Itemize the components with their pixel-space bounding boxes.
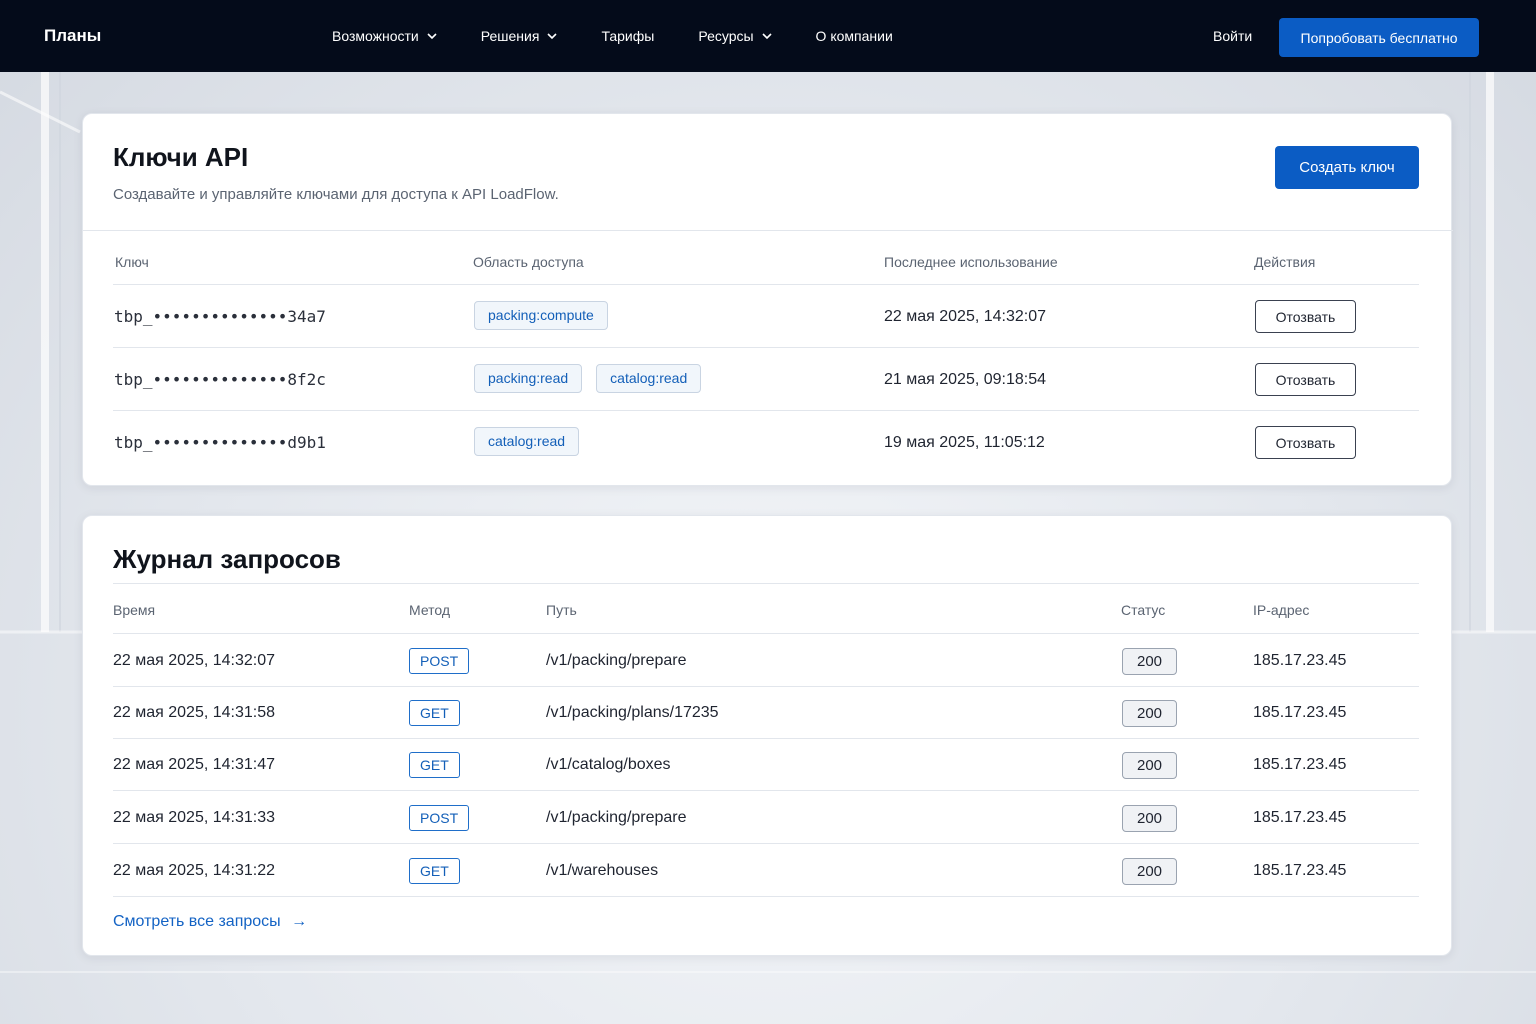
revoke-button[interactable]: Отозвать: [1255, 426, 1356, 459]
method-badge: GET: [409, 700, 460, 726]
create-key-button[interactable]: Создать ключ: [1275, 146, 1419, 189]
api-key-value: tbp_••••••••••••••8f2c: [114, 370, 326, 389]
revoke-button[interactable]: Отозвать: [1255, 363, 1356, 396]
table-row[interactable]: 22 мая 2025, 14:32:07 POST /v1/packing/p…: [83, 635, 1453, 687]
method-badge: GET: [409, 752, 460, 778]
divider: [113, 896, 1419, 897]
ip-address: 185.17.23.45: [1253, 652, 1347, 669]
column-header-last-used: Последнее использование: [884, 254, 1058, 270]
nav-item-label: О компании: [815, 28, 893, 44]
view-all-requests-link[interactable]: Смотреть все запросы →: [113, 913, 307, 931]
divider: [83, 230, 1453, 231]
request-time: 22 мая 2025, 14:32:07: [113, 652, 276, 669]
last-used-time: 22 мая 2025, 14:32:07: [884, 308, 1047, 325]
api-keys-subtitle: Создавайте и управляйте ключами для дост…: [113, 186, 559, 203]
status-badge: 200: [1122, 805, 1177, 832]
request-path: /v1/warehouses: [546, 862, 659, 879]
request-path: /v1/packing/plans/17235: [546, 704, 719, 721]
method-badge: GET: [409, 858, 460, 884]
request-time: 22 мая 2025, 14:31:58: [113, 704, 276, 721]
divider: [113, 843, 1419, 844]
request-path: /v1/packing/prepare: [546, 809, 687, 826]
status-badge: 200: [1122, 648, 1177, 675]
table-row[interactable]: 22 мая 2025, 14:31:22 GET /v1/warehouses…: [83, 845, 1453, 897]
ip-address: 185.17.23.45: [1253, 704, 1347, 721]
table-row: tbp_••••••••••••••d9b1 catalog:read 19 м…: [83, 411, 1453, 474]
nav-item-label: Ресурсы: [698, 28, 754, 44]
nav-item-resources[interactable]: Ресурсы: [698, 28, 772, 44]
view-all-label: Смотреть все запросы: [113, 913, 281, 930]
nav-item-pricing[interactable]: Тарифы: [601, 28, 654, 44]
scope-list: packing:compute: [474, 301, 622, 330]
table-row: tbp_••••••••••••••34a7 packing:compute 2…: [83, 285, 1453, 348]
column-header-key: Ключ: [115, 254, 149, 270]
top-navigation: Планы Возможности Решения Тарифы Ресурсы…: [0, 0, 1536, 72]
scope-chip: packing:compute: [474, 301, 608, 330]
scope-chip: packing:read: [474, 364, 583, 393]
chevron-down-icon: [761, 33, 772, 40]
scope-chip: catalog:read: [596, 364, 702, 393]
request-log-title: Журнал запросов: [113, 544, 341, 574]
table-row[interactable]: 22 мая 2025, 14:31:33 POST /v1/packing/p…: [83, 792, 1453, 844]
api-key-value: tbp_••••••••••••••d9b1: [114, 433, 326, 452]
nav-item-label: Решения: [480, 28, 540, 44]
column-header-status: Статус: [1121, 602, 1166, 618]
login-link[interactable]: Войти: [1213, 0, 1252, 72]
last-used-time: 21 мая 2025, 09:18:54: [884, 371, 1047, 388]
ip-address: 185.17.23.45: [1253, 862, 1347, 879]
arrow-right-icon: →: [291, 913, 308, 930]
divider: [113, 583, 1419, 584]
scope-list: packing:read catalog:read: [474, 364, 715, 393]
nav-item-label: Возможности: [332, 28, 419, 44]
column-header-ip: IP-адрес: [1253, 602, 1310, 618]
request-path: /v1/packing/prepare: [546, 652, 687, 669]
request-time: 22 мая 2025, 14:31:47: [113, 756, 276, 773]
request-path: /v1/catalog/boxes: [546, 756, 671, 773]
divider: [113, 790, 1419, 791]
revoke-button[interactable]: Отозвать: [1255, 300, 1356, 333]
nav-menu: Возможности Решения Тарифы Ресурсы О ком…: [332, 0, 937, 72]
status-badge: 200: [1122, 858, 1177, 885]
nav-item-label: Тарифы: [601, 28, 655, 44]
column-header-scope: Область доступа: [473, 254, 584, 270]
status-badge: 200: [1122, 700, 1177, 727]
nav-item-about[interactable]: О компании: [816, 28, 893, 44]
request-log-card: Журнал запросов Время Метод Путь Статус …: [82, 515, 1452, 956]
column-header-time: Время: [113, 602, 156, 618]
nav-item-features[interactable]: Возможности: [332, 28, 437, 44]
divider: [113, 633, 1419, 634]
column-header-method: Метод: [409, 602, 451, 618]
scope-list: catalog:read: [474, 427, 593, 456]
table-row: tbp_••••••••••••••8f2c packing:read cata…: [83, 348, 1453, 411]
column-header-actions: Действия: [1254, 254, 1316, 270]
brand-logo[interactable]: Планы: [44, 0, 101, 72]
table-row[interactable]: 22 мая 2025, 14:31:58 GET /v1/packing/pl…: [83, 687, 1453, 739]
last-used-time: 19 мая 2025, 11:05:12: [884, 434, 1045, 451]
chevron-down-icon: [427, 33, 437, 40]
chevron-down-icon: [547, 33, 558, 40]
api-keys-title: Ключи API: [113, 142, 249, 172]
request-time: 22 мая 2025, 14:31:33: [113, 809, 276, 826]
api-key-value: tbp_••••••••••••••34a7: [114, 307, 326, 326]
nav-item-solutions[interactable]: Решения: [481, 28, 558, 44]
table-row[interactable]: 22 мая 2025, 14:31:47 GET /v1/catalog/bo…: [83, 739, 1453, 791]
column-header-path: Путь: [546, 602, 577, 618]
ip-address: 185.17.23.45: [1253, 809, 1347, 826]
try-free-button[interactable]: Попробовать бесплатно: [1279, 18, 1479, 57]
ip-address: 185.17.23.45: [1253, 756, 1347, 773]
scope-chip: catalog:read: [474, 427, 580, 456]
method-badge: POST: [409, 648, 470, 674]
request-time: 22 мая 2025, 14:31:22: [113, 862, 276, 879]
status-badge: 200: [1122, 752, 1177, 779]
method-badge: POST: [409, 805, 470, 831]
api-keys-card: Ключи API Создавайте и управляйте ключам…: [82, 113, 1453, 486]
